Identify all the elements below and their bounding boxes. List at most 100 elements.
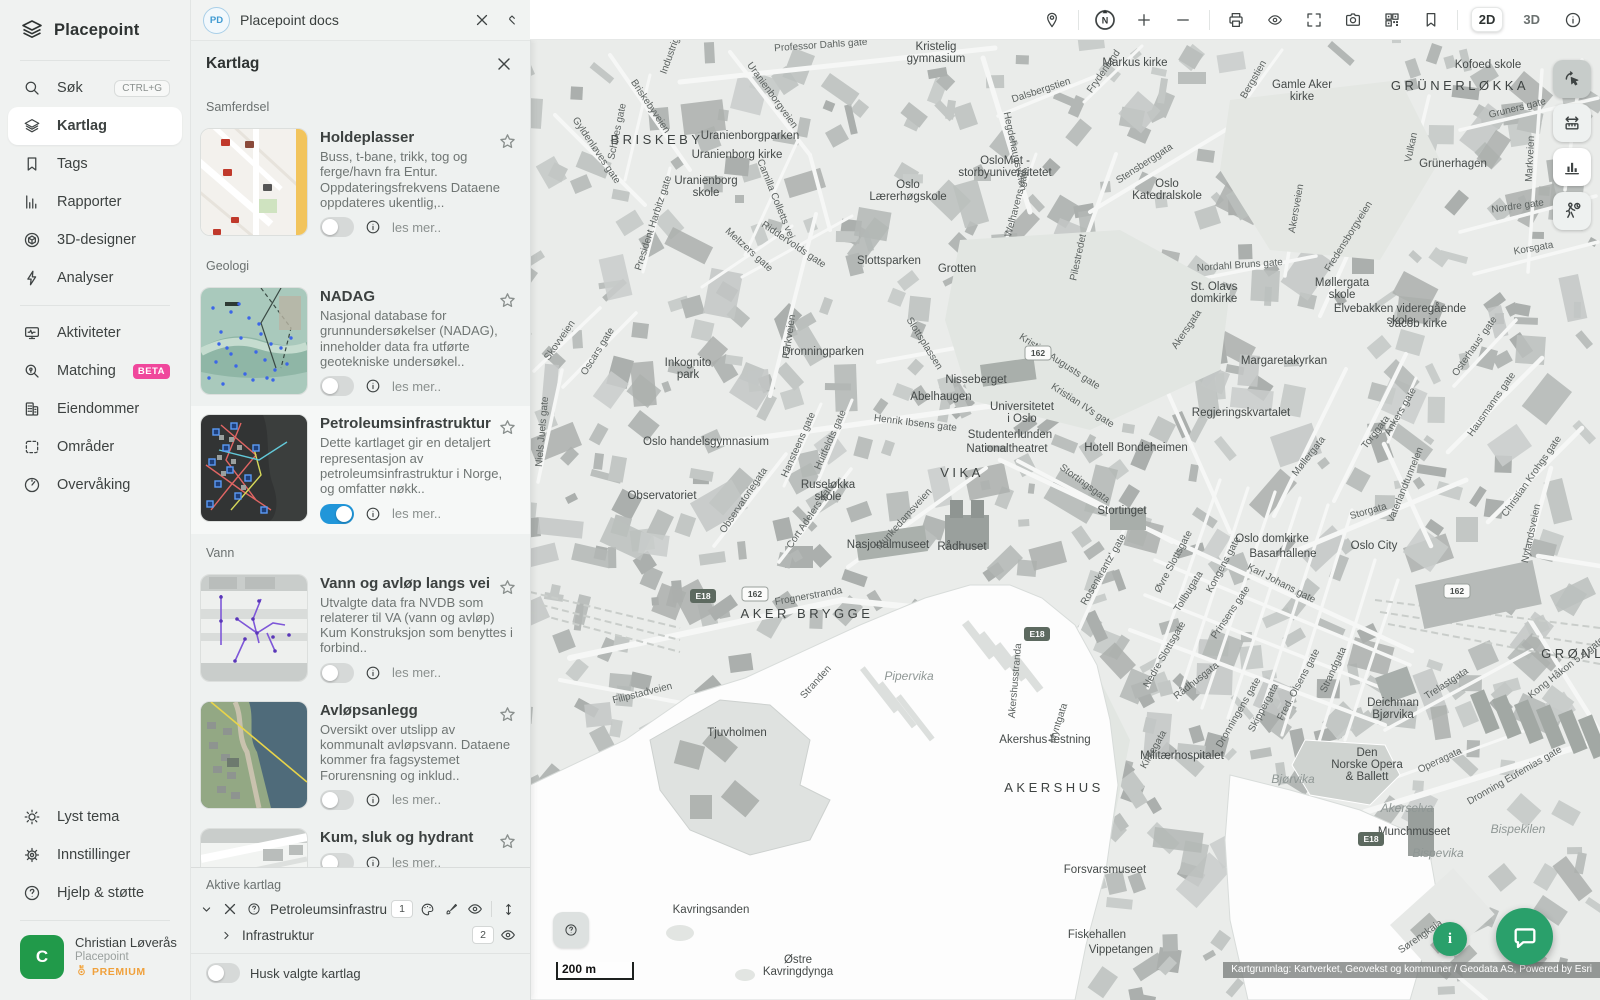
compass-icon[interactable]: N (1092, 7, 1118, 33)
sidebar-item-lyst-tema[interactable]: Lyst tema (8, 798, 182, 836)
layer-toggle[interactable] (320, 853, 354, 868)
layer-card-petroleumsinfrastruktur[interactable]: PetroleumsinfrastrukturDette kartlaget g… (190, 406, 530, 533)
sidebar-item-tags[interactable]: Tags (8, 145, 182, 183)
star-icon[interactable] (498, 832, 517, 856)
map-label: Nisseberget (945, 374, 1007, 386)
select-tool-button[interactable] (1553, 60, 1591, 98)
unfold-icon[interactable] (500, 8, 524, 32)
map-attribution: Kartgrunnlag: Kartverket, Geovekst og ko… (1223, 962, 1600, 978)
sidebar-item-analyser[interactable]: Analyser (8, 259, 182, 297)
sidebar-item-aktiviteter[interactable]: Aktiviteter (8, 314, 182, 352)
map-label: Tjuvholmen (707, 727, 766, 739)
star-icon[interactable] (498, 132, 517, 156)
brush-icon[interactable] (441, 899, 461, 919)
layer-toggle[interactable] (320, 790, 354, 810)
docs-search-bar[interactable]: PD Placepoint docs (190, 0, 530, 41)
travel-time-tool-button[interactable] (1553, 192, 1591, 230)
layer-toggle[interactable] (320, 376, 354, 396)
info-icon[interactable] (363, 217, 383, 237)
divider (1209, 10, 1210, 30)
chat-button[interactable] (1496, 908, 1553, 965)
close-icon[interactable] (220, 899, 240, 919)
info-icon[interactable] (363, 663, 383, 683)
layer-toggle[interactable] (320, 217, 354, 237)
star-icon[interactable] (498, 291, 517, 315)
close-icon[interactable] (492, 52, 516, 76)
layer-card-kum-sluk-og-hydrant[interactable]: Kum, sluk og hydrantles mer.. (190, 820, 530, 868)
search-input[interactable]: Placepoint docs (240, 12, 470, 28)
chevron-right-icon[interactable] (216, 925, 236, 945)
map-label: Akerselva (1380, 801, 1434, 815)
star-icon[interactable] (498, 705, 517, 729)
cube-icon (20, 228, 44, 252)
palette-icon[interactable] (417, 899, 437, 919)
eye-icon[interactable] (465, 899, 485, 919)
eye-icon[interactable] (498, 925, 518, 945)
read-more-link[interactable]: les mer.. (392, 506, 441, 521)
user-profile[interactable]: C Christian Løverås Placepoint PREMIUM (0, 925, 190, 992)
sidebar-item-matching[interactable]: MatchingBETA (8, 352, 182, 390)
gauge-icon (20, 473, 44, 497)
sidebar-item-rapporter[interactable]: Rapporter (8, 183, 182, 221)
layer-card-nadag[interactable]: NADAGNasjonal database for grunnundersøk… (190, 279, 530, 406)
info-icon[interactable] (363, 376, 383, 396)
sidebar-item-eiendommer[interactable]: Eiendommer (8, 390, 182, 428)
info-icon[interactable] (1560, 7, 1586, 33)
sort-icon[interactable] (498, 899, 518, 919)
qr-code-icon[interactable] (1379, 7, 1405, 33)
question-icon[interactable] (244, 899, 264, 919)
sidebar-item-hjelp-st-tte[interactable]: Hjelp & støtte (8, 874, 182, 912)
chart-tool-button[interactable] (1553, 148, 1591, 186)
help-button[interactable] (553, 912, 589, 948)
zoom-out-icon[interactable] (1170, 7, 1196, 33)
sidebar-item-innstillinger[interactable]: Innstillinger (8, 836, 182, 874)
sidebar-item-overv-king[interactable]: Overvåking (8, 466, 182, 504)
sidebar-item-label: Områder (57, 439, 170, 455)
layer-toggle[interactable] (320, 663, 354, 683)
read-more-link[interactable]: les mer.. (392, 379, 441, 394)
zoom-in-icon[interactable] (1131, 7, 1157, 33)
map-image: BRISKEBYGRÜNERLØKKAVIKAAKER BRYGGEAKERSH… (530, 40, 1600, 1000)
location-person-icon[interactable] (1039, 7, 1065, 33)
close-icon[interactable] (470, 8, 494, 32)
measure-tool-button[interactable] (1553, 104, 1591, 142)
sidebar-item-omr-der[interactable]: Områder (8, 428, 182, 466)
map-label: Nationaltheatret (966, 443, 1048, 455)
fullscreen-icon[interactable] (1301, 7, 1327, 33)
star-icon[interactable] (498, 578, 517, 602)
2d-mode-button[interactable]: 2D (1471, 7, 1504, 32)
bookmark-icon[interactable] (1418, 7, 1444, 33)
info-icon[interactable] (363, 504, 383, 524)
sidebar-item-label: Aktiviteter (57, 325, 170, 341)
star-icon[interactable] (498, 418, 517, 442)
layer-description: Utvalgte data fra NVDB som relaterer til… (320, 595, 516, 656)
map-label: Observatoriet (627, 490, 697, 502)
screenshot-icon[interactable] (1340, 7, 1366, 33)
layer-card-vann-og-avløp-langs-vei[interactable]: Vann og avløp langs veiUtvalgte data fra… (190, 566, 530, 693)
layer-description: Oversikt over utslipp av kommunalt avløp… (320, 722, 516, 783)
3d-mode-button[interactable]: 3D (1516, 8, 1547, 31)
gear-icon (20, 843, 44, 867)
layer-card-holdeplasser[interactable]: HoldeplasserBuss, t-bane, trikk, tog og … (190, 120, 530, 247)
print-icon[interactable] (1223, 7, 1249, 33)
layer-card-avløpsanlegg[interactable]: AvløpsanleggOversikt over utslipp av kom… (190, 693, 530, 820)
sidebar-item-3d-designer[interactable]: 3D-designer (8, 221, 182, 259)
chevron-down-icon[interactable] (196, 899, 216, 919)
sidebar-item-s-k[interactable]: SøkCTRL+G (8, 69, 182, 107)
read-more-link[interactable]: les mer.. (392, 792, 441, 807)
map-canvas[interactable]: BRISKEBYGRÜNERLØKKAVIKAAKER BRYGGEAKERSH… (530, 40, 1600, 1000)
sidebar-item-label: Hjelp & støtte (57, 885, 170, 901)
app-logo[interactable]: Placepoint (0, 0, 190, 56)
info-icon[interactable] (363, 790, 383, 810)
read-more-link[interactable]: les mer.. (392, 665, 441, 680)
nav-primary: SøkCTRL+GKartlagTagsRapporter3D-designer… (0, 65, 190, 301)
map-label: Hotell Bondeheimen (1084, 442, 1188, 454)
layer-toggle[interactable] (320, 504, 354, 524)
read-more-link[interactable]: les mer.. (392, 220, 441, 235)
info-icon[interactable] (363, 853, 383, 868)
sidebar-item-kartlag[interactable]: Kartlag (8, 107, 182, 145)
map-label: Slottsparken (857, 255, 921, 267)
info-button[interactable]: i (1433, 922, 1467, 956)
remember-layers-toggle[interactable] (206, 963, 240, 983)
visibility-icon[interactable] (1262, 7, 1288, 33)
